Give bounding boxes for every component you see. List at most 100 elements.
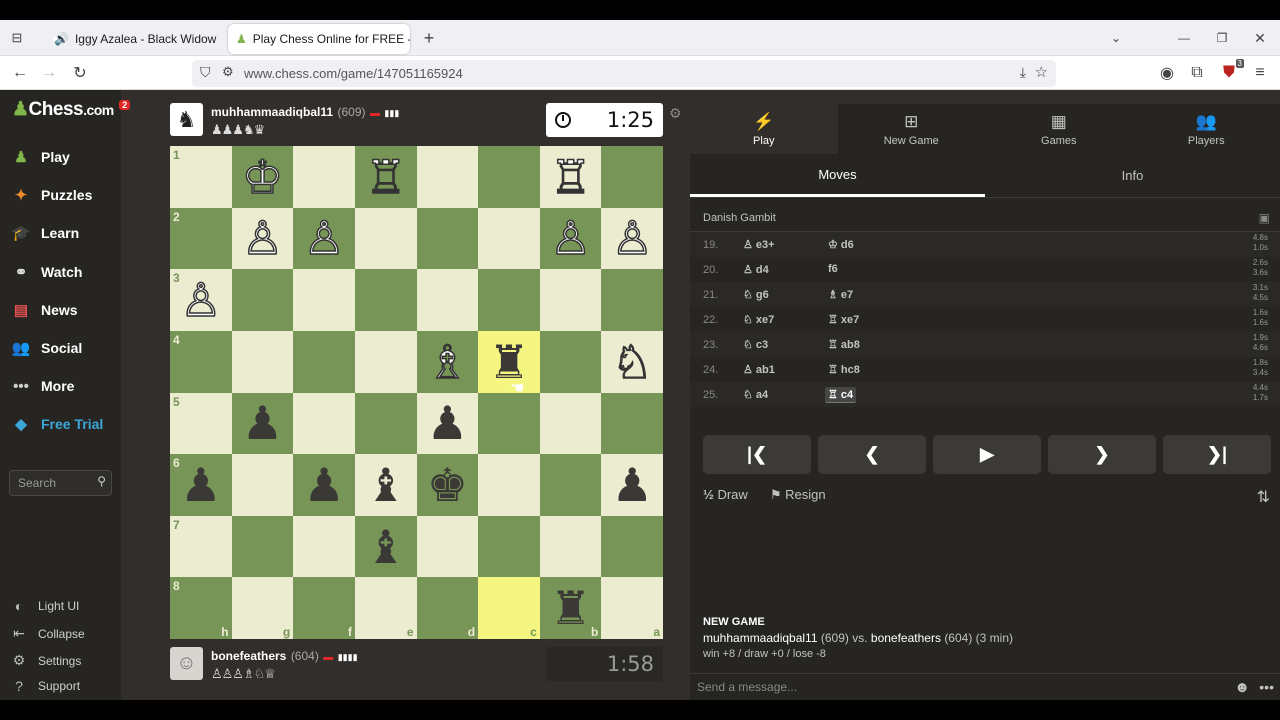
board-square[interactable] (601, 515, 663, 578)
chess-piece[interactable]: ♙ (179, 276, 222, 324)
board-square[interactable]: ♗ (416, 330, 479, 393)
board-square[interactable] (354, 330, 417, 393)
board-square[interactable]: ♙ (231, 207, 294, 270)
chess-piece[interactable]: ♟ (427, 400, 468, 446)
forward-icon[interactable]: → (38, 62, 60, 84)
chess-piece[interactable]: ♘ (611, 338, 654, 386)
search-icon[interactable]: ⚲ (97, 474, 106, 488)
minimize-icon[interactable]: — (1173, 27, 1195, 49)
shield-icon[interactable]: ⛉ (200, 64, 211, 81)
board-square[interactable] (539, 330, 602, 393)
book-icon[interactable]: ▣ (1259, 211, 1270, 225)
menu-icon[interactable]: ≡ (1249, 62, 1271, 84)
board-square[interactable] (478, 269, 540, 331)
black-move[interactable]: ♖ ab8 (825, 337, 863, 352)
maximize-icon[interactable]: ❐ (1211, 27, 1233, 49)
board-square[interactable]: ♝ (354, 454, 417, 516)
board-square[interactable] (293, 515, 355, 578)
chess-piece[interactable]: ♙ (303, 215, 346, 263)
previous-move-button[interactable]: ❮ (818, 435, 926, 474)
white-move[interactable]: ♙ ab1 (740, 362, 778, 377)
player2-name[interactable]: bonefeathers (871, 631, 941, 645)
search-input[interactable]: Search ⚲ (9, 470, 112, 496)
message-input[interactable]: Send a message... ☻ ••• (690, 673, 1280, 700)
board-square[interactable] (293, 146, 355, 208)
permissions-icon[interactable]: ⚙ (222, 64, 234, 80)
chess-piece[interactable]: ♗ (426, 338, 469, 386)
tab-games[interactable]: ▦ Games (985, 104, 1133, 154)
sidebar-item-more[interactable]: ••• More (10, 375, 74, 397)
more-options-icon[interactable]: ••• (1259, 679, 1274, 695)
player1-name[interactable]: muhhammaadiqbal11 (703, 631, 818, 645)
board-square[interactable]: 1 (170, 146, 232, 208)
chess-piece[interactable]: ♙ (549, 215, 592, 263)
url-bar[interactable]: ⛉ ⚙ www.chess.com/game/147051165924 ⤓ ☆ (192, 60, 1056, 87)
board-square[interactable]: e (354, 577, 417, 639)
white-move[interactable]: ♙ e3+ (740, 237, 778, 252)
black-move[interactable]: ♖ c4 (825, 387, 857, 403)
board-square[interactable] (293, 269, 355, 331)
resign-button[interactable]: ⚑ Resign (770, 487, 826, 503)
board-square[interactable]: b ♜ (539, 577, 602, 639)
board-square[interactable] (539, 454, 602, 516)
white-move[interactable]: ♘ c3 (740, 337, 771, 352)
sidebar-item-news[interactable]: ▤ News (10, 299, 78, 321)
tab-youtube[interactable]: 🔊 Iggy Azalea - Black Widow ✕ (40, 24, 220, 54)
board-square[interactable]: ♜ (478, 330, 540, 393)
tab-info[interactable]: Info (985, 154, 1280, 197)
sidebar-item-learn[interactable]: 🎓 Learn (10, 222, 79, 244)
board-square[interactable] (478, 146, 540, 208)
board-square[interactable]: 6 ♟ (170, 454, 232, 516)
avatar[interactable]: ♞ (170, 103, 203, 136)
opening-label[interactable]: Danish Gambit (703, 212, 776, 224)
first-move-button[interactable]: |❮ (703, 435, 811, 474)
white-move[interactable]: ♘ xe7 (740, 312, 777, 327)
board-square[interactable]: ♔ (231, 146, 294, 208)
board-square[interactable]: 8h (170, 577, 232, 639)
play-button[interactable]: ▶ (933, 435, 1041, 474)
board-square[interactable] (601, 146, 663, 208)
board-square[interactable]: ♘ (601, 330, 663, 393)
chess-piece[interactable]: ♝ (365, 462, 406, 508)
board-square[interactable] (478, 207, 540, 270)
tab-new-game[interactable]: ⊞ New Game (838, 104, 986, 154)
board-square[interactable]: ♖ (539, 146, 602, 208)
board-square[interactable] (293, 392, 355, 455)
board-square[interactable] (354, 392, 417, 455)
black-move[interactable]: f6 (825, 262, 841, 276)
board-square[interactable]: g (231, 577, 294, 639)
chess-piece[interactable]: ♟ (612, 462, 653, 508)
board-square[interactable]: ♙ (601, 207, 663, 270)
sidebar-collapse[interactable]: ⇤ Collapse (10, 625, 85, 642)
chess-piece[interactable]: ♚ (427, 462, 468, 508)
bookmark-star-icon[interactable]: ☆ (1035, 63, 1048, 81)
board-square[interactable] (416, 146, 479, 208)
board-square[interactable] (601, 269, 663, 331)
board-square[interactable] (416, 515, 479, 578)
chess-board[interactable]: 1 ♔ ♖ ♖ 2 ♙ ♙ ♙ ♙ 3 ♙ 4 ♗ ♜ ♘ 5 ♟ ♟ 6 ♟ ♟ ♝ ♚ ♟ 7 ♝ 8 h g f e d c b ♜ a (170, 146, 663, 639)
next-move-button[interactable]: ❯ (1048, 435, 1156, 474)
reload-icon[interactable]: ↻ (69, 62, 91, 84)
sidebar-item-social[interactable]: 👥 Social (10, 337, 83, 359)
board-square[interactable] (416, 207, 479, 270)
board-square[interactable]: ♖ (354, 146, 417, 208)
white-move[interactable]: ♙ d4 (740, 262, 772, 277)
player-name[interactable]: bonefeathers (211, 649, 286, 663)
board-square[interactable]: ♙ (293, 207, 355, 270)
tab-play[interactable]: ⚡ Play (690, 104, 838, 154)
board-square[interactable]: a (601, 577, 663, 639)
board-square[interactable] (354, 269, 417, 331)
tab-chess[interactable]: ♟ Play Chess Online for FREE - 2 P ✕ (228, 24, 410, 54)
tab-list-icon[interactable]: ⊟ (6, 27, 28, 49)
chess-piece[interactable]: ♖ (364, 153, 407, 201)
flip-board-icon[interactable]: ⇅ (1257, 487, 1270, 507)
sidebar-item-play[interactable]: ♟ Play (10, 146, 70, 168)
board-square[interactable]: d (416, 577, 479, 639)
download-page-icon[interactable]: ⤓ (1020, 64, 1026, 81)
board-square[interactable]: 2 (170, 207, 232, 270)
board-square[interactable] (416, 269, 479, 331)
chess-logo[interactable]: ♟Chess.com 2 (12, 98, 130, 121)
extensions-icon[interactable]: ⧉ (1186, 62, 1208, 84)
board-square[interactable]: 4 (170, 330, 232, 393)
chess-piece[interactable]: ♝ (365, 524, 406, 570)
